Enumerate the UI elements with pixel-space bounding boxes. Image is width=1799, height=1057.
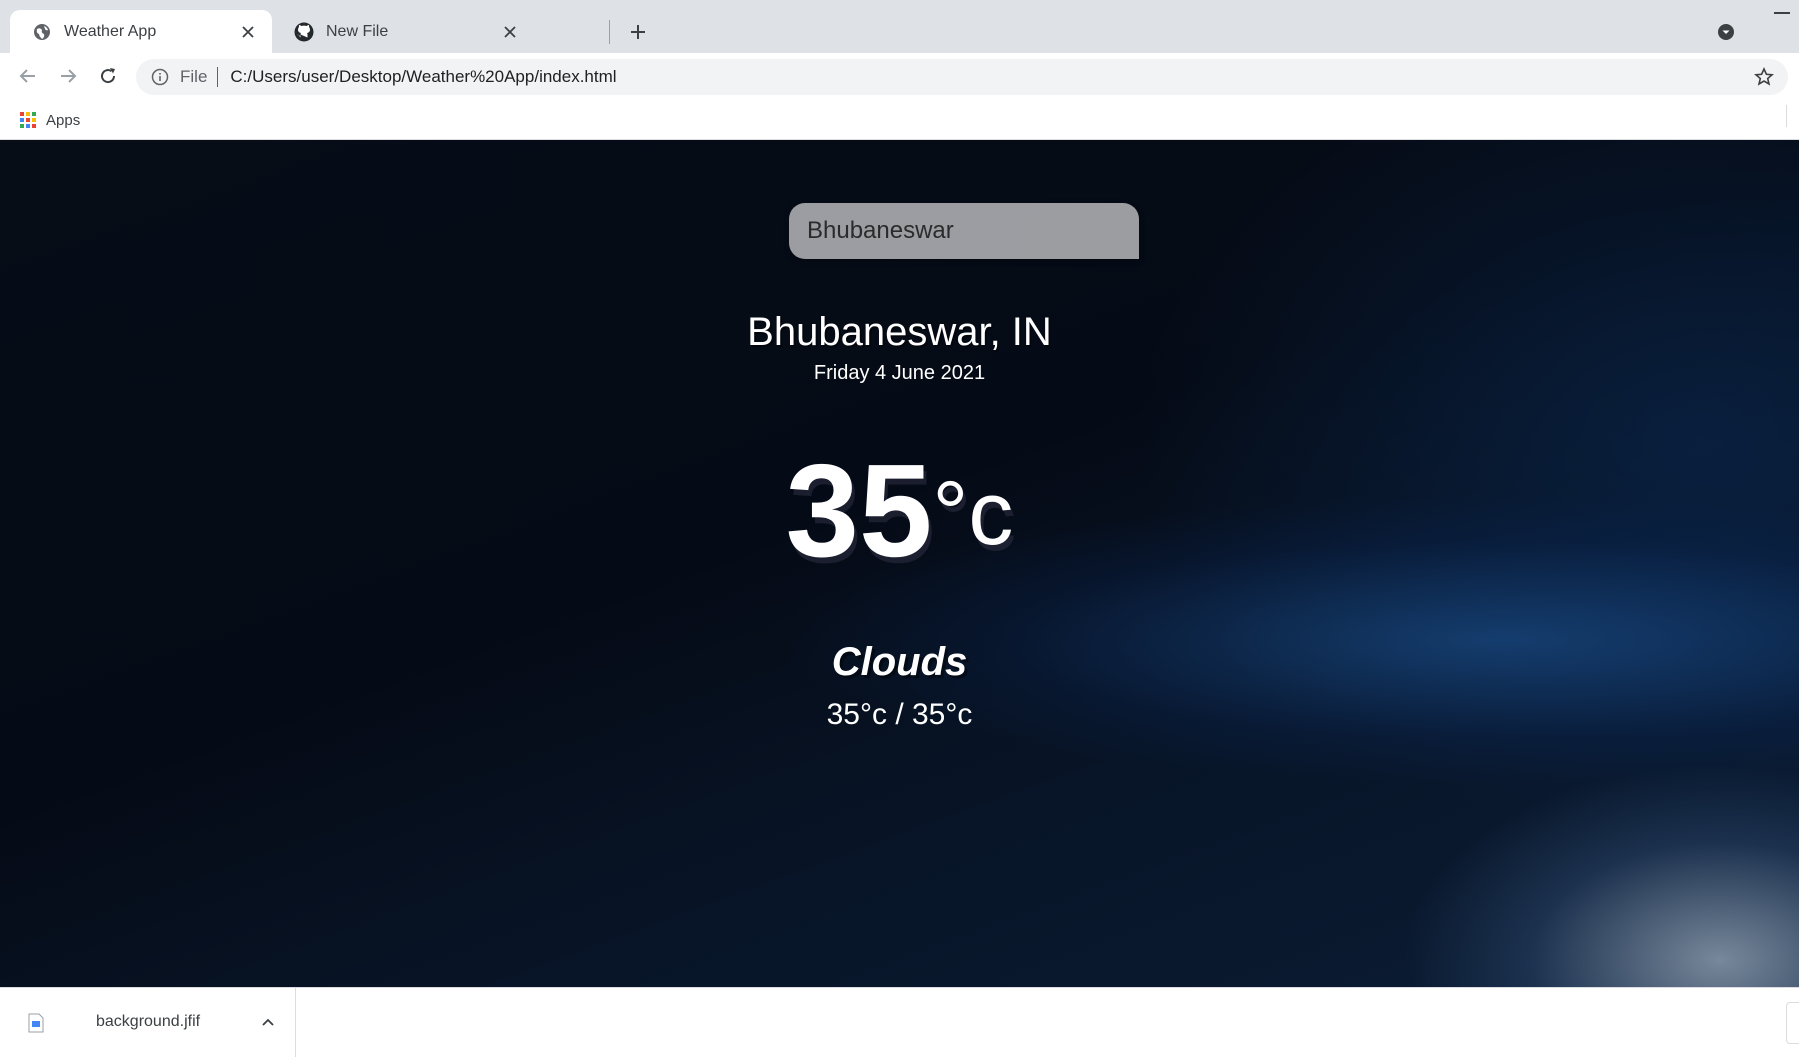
minimize-window-button[interactable] [1774, 12, 1790, 14]
temperature-display: 35°c [0, 445, 1799, 577]
high-low-temperature: 35°c / 35°c [826, 698, 973, 731]
temperature-unit: °c [932, 464, 1014, 564]
url-scheme: File [180, 67, 208, 86]
url-text[interactable]: C:/Users/user/Desktop/Weather%20App/inde… [230, 67, 1750, 87]
reload-button[interactable] [94, 62, 122, 90]
download-item[interactable]: background.jfif [0, 988, 296, 1057]
apps-grid-icon [20, 112, 36, 128]
file-icon [28, 1013, 44, 1033]
back-button[interactable] [14, 62, 42, 90]
address-bar[interactable]: File C:/Users/user/Desktop/Weather%20App… [136, 59, 1788, 95]
browser-window: Weather App New File File C:/Users/user/… [0, 0, 1799, 1057]
close-tab-icon[interactable] [238, 22, 258, 42]
download-filename: background.jfif [96, 1013, 201, 1030]
chevron-up-icon[interactable] [258, 1012, 278, 1032]
weather-condition: Clouds [831, 640, 968, 684]
download-shelf: background.jfif [0, 987, 1799, 1057]
weather-app-page: Bhubaneswar, IN Friday 4 June 2021 35°c … [0, 140, 1799, 987]
city-search-input[interactable] [789, 203, 1139, 259]
tab-title: New File [326, 22, 389, 40]
location-title: Bhubaneswar, IN [747, 310, 1052, 354]
tab-title: Weather App [64, 22, 157, 40]
globe-icon [32, 22, 52, 42]
bookmarks-bar: Apps [0, 99, 1799, 140]
temperature-value: 35 [785, 437, 933, 584]
close-tab-icon[interactable] [500, 22, 520, 42]
browser-toolbar: File C:/Users/user/Desktop/Weather%20App… [0, 53, 1799, 99]
github-icon [294, 22, 314, 42]
apps-label: Apps [46, 111, 81, 129]
url-divider [217, 67, 219, 87]
current-date: Friday 4 June 2021 [813, 362, 986, 384]
site-info-icon[interactable] [150, 67, 170, 87]
tab-new-file[interactable]: New File [272, 10, 534, 53]
show-all-downloads-button[interactable] [1786, 1002, 1799, 1044]
new-tab-button[interactable] [624, 18, 652, 46]
bookmark-star-icon[interactable] [1750, 63, 1778, 91]
tab-separator [609, 20, 610, 44]
tab-weather-app[interactable]: Weather App [10, 10, 272, 53]
bookmarks-divider [1786, 105, 1787, 127]
apps-shortcut[interactable]: Apps [20, 108, 80, 132]
tab-search-icon[interactable] [1716, 22, 1736, 42]
forward-button[interactable] [54, 62, 82, 90]
tab-strip: Weather App New File [0, 0, 1799, 53]
